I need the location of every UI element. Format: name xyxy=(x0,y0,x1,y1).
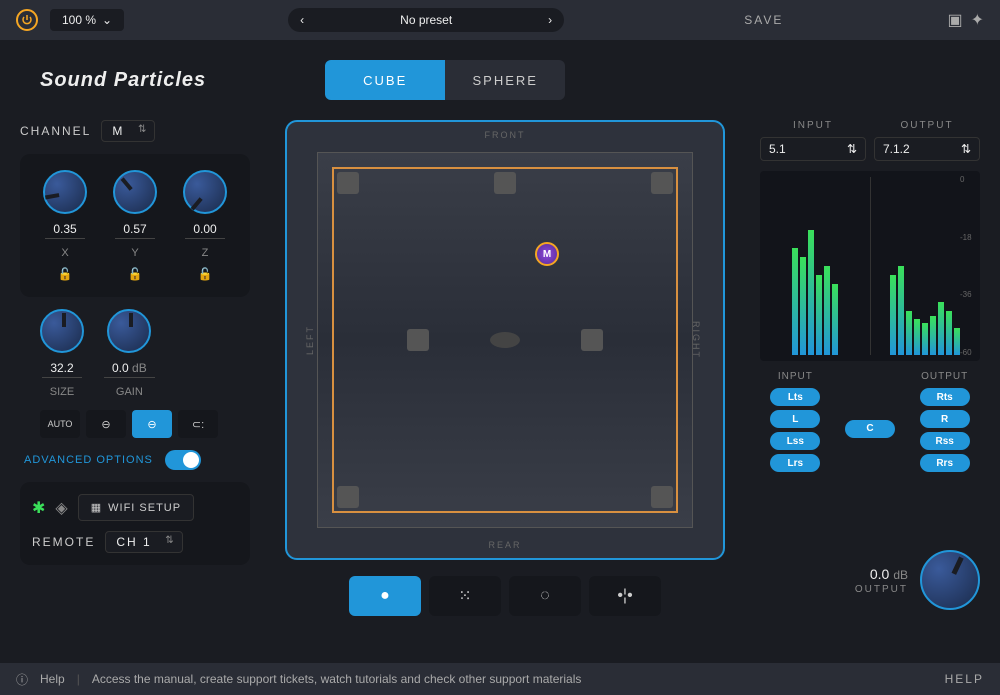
auto-button[interactable]: AUTO xyxy=(40,410,80,438)
preset-prev-button[interactable]: ‹ xyxy=(288,8,316,32)
bluetooth-icon[interactable]: ✱ xyxy=(32,498,45,518)
speaker-icon xyxy=(581,329,603,351)
meter-scale-18: -18 xyxy=(960,233,978,242)
pan-mode-rotate[interactable]: ◌ xyxy=(509,576,581,616)
brand-logo: Sound Particles xyxy=(40,69,206,92)
updown-icon: ⇅ xyxy=(961,142,971,156)
input-label: INPUT xyxy=(793,120,833,131)
x-knob[interactable] xyxy=(43,170,87,214)
meter-scale-36: -36 xyxy=(960,290,978,299)
output-channels-label: OUTPUT xyxy=(921,371,968,382)
pan-mode-spread[interactable]: ⁙ xyxy=(429,576,501,616)
y-knob[interactable] xyxy=(113,170,157,214)
x-value[interactable]: 0.35 xyxy=(45,222,84,239)
xyz-panel: 0.35 X 🔓 0.57 Y 🔓 0.00 Z 🔓 xyxy=(20,154,250,297)
wifi-setup-button[interactable]: ▦ WIFI SETUP xyxy=(78,494,194,521)
x-label: X xyxy=(61,247,68,259)
cube-label-rear: REAR xyxy=(488,540,521,550)
listener-icon xyxy=(490,332,520,348)
tab-sphere[interactable]: SPHERE xyxy=(445,60,565,100)
channel-chip[interactable]: Lrs xyxy=(770,454,820,472)
speaker-icon xyxy=(494,172,516,194)
channel-chip[interactable]: R xyxy=(920,410,970,428)
settings-icon[interactable]: ✦ xyxy=(971,10,984,30)
cube-label-left: LEFT xyxy=(305,325,315,355)
output-gain-value[interactable]: 0.0 xyxy=(870,566,889,582)
preset-next-button[interactable]: › xyxy=(536,8,564,32)
wifi-icon[interactable]: ◈ xyxy=(55,498,67,518)
gain-knob[interactable] xyxy=(107,309,151,353)
speaker-icon xyxy=(651,486,673,508)
advanced-options-toggle[interactable] xyxy=(165,450,201,470)
y-value[interactable]: 0.57 xyxy=(115,222,154,239)
power-icon xyxy=(22,15,32,25)
gain-value[interactable]: 0.0 dB xyxy=(104,361,155,378)
channel-chip[interactable]: Lss xyxy=(770,432,820,450)
output-gain-label: OUTPUT xyxy=(855,584,908,595)
output-label: OUTPUT xyxy=(900,120,953,131)
help-button[interactable]: HELP xyxy=(945,672,984,686)
position-puck[interactable]: M xyxy=(535,242,559,266)
input-format-select[interactable]: 5.1⇅ xyxy=(760,137,866,161)
z-label: Z xyxy=(202,247,209,259)
tab-cube[interactable]: CUBE xyxy=(325,60,445,100)
level-meters: 0 -18 -36 -60 xyxy=(760,171,980,361)
zoom-value: 100 % xyxy=(62,13,96,27)
z-knob[interactable] xyxy=(183,170,227,214)
size-knob[interactable] xyxy=(40,309,84,353)
footer-help-label[interactable]: Help xyxy=(40,672,65,686)
input-meter xyxy=(764,177,866,355)
footer-divider: | xyxy=(77,672,80,686)
view-front-button[interactable]: ⊖ xyxy=(132,410,172,438)
view-top-button[interactable]: ⊖ xyxy=(86,410,126,438)
power-button[interactable] xyxy=(16,9,38,31)
z-value[interactable]: 0.00 xyxy=(185,222,224,239)
channel-chip[interactable]: L xyxy=(770,410,820,428)
channel-chip[interactable]: Rss xyxy=(920,432,970,450)
channel-chip[interactable]: Rts xyxy=(920,388,970,406)
snap-button[interactable]: ⊂: xyxy=(178,410,218,438)
input-channels-label: INPUT xyxy=(778,371,813,382)
output-gain-knob[interactable] xyxy=(920,550,980,610)
channel-chip[interactable]: Lts xyxy=(770,388,820,406)
pan-mode-point[interactable]: ● xyxy=(349,576,421,616)
size-label: SIZE xyxy=(50,386,74,398)
pan-mode-mirror[interactable]: •¦• xyxy=(589,576,661,616)
meter-scale-60: -60 xyxy=(960,348,978,357)
y-label: Y xyxy=(131,247,138,259)
chevron-down-icon: ⌄ xyxy=(102,13,112,27)
remote-channel-select[interactable]: CH 1 xyxy=(105,531,182,553)
channel-select[interactable]: M xyxy=(101,120,155,142)
channel-chip[interactable]: Rrs xyxy=(920,454,970,472)
x-lock-icon[interactable]: 🔓 xyxy=(58,267,73,281)
cube-label-front: FRONT xyxy=(485,130,526,140)
info-icon[interactable]: ⓘ xyxy=(16,671,28,688)
z-lock-icon[interactable]: 🔓 xyxy=(198,267,213,281)
output-format-select[interactable]: 7.1.2⇅ xyxy=(874,137,980,161)
advanced-options-label: ADVANCED OPTIONS xyxy=(24,454,153,466)
qr-icon: ▦ xyxy=(91,501,102,514)
speaker-icon xyxy=(651,172,673,194)
speaker-icon xyxy=(337,172,359,194)
zoom-select[interactable]: 100 % ⌄ xyxy=(50,9,124,31)
size-value[interactable]: 32.2 xyxy=(42,361,81,378)
gain-label: GAIN xyxy=(116,386,143,398)
preset-display[interactable]: No preset xyxy=(316,8,536,32)
channel-label: CHANNEL xyxy=(20,124,91,138)
speaker-icon xyxy=(407,329,429,351)
output-gain-unit: dB xyxy=(893,568,908,582)
remote-label: REMOTE xyxy=(32,535,95,549)
meter-scale-0: 0 xyxy=(960,175,978,184)
channel-chip[interactable]: C xyxy=(845,420,895,438)
speaker-icon xyxy=(337,486,359,508)
footer-message: Access the manual, create support ticket… xyxy=(92,672,582,686)
cube-view[interactable]: FRONT REAR LEFT RIGHT M xyxy=(285,120,725,560)
y-lock-icon[interactable]: 🔓 xyxy=(128,267,143,281)
updown-icon: ⇅ xyxy=(847,142,857,156)
